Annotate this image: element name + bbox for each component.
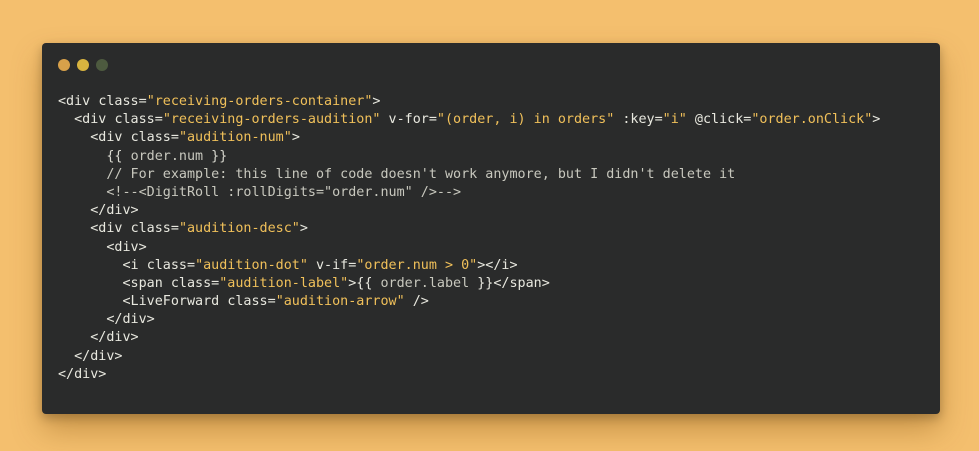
code-token: >: [299, 221, 308, 237]
code-line: {{ order.num }}: [58, 148, 880, 166]
code-block: <div class="receiving-orders-container">…: [58, 93, 880, 384]
code-token: >: [372, 94, 381, 109]
code-line: <LiveForward class="audition-arrow" />: [58, 293, 880, 311]
code-token: </div>: [58, 312, 155, 328]
code-token: order.label: [380, 275, 470, 291]
code-token: "i": [662, 112, 687, 128]
code-token: "audition-label": [219, 275, 349, 291]
code-line: </div>: [58, 366, 880, 384]
code-token: class=: [130, 221, 179, 237]
code-token: class=: [146, 257, 196, 273]
code-token: </div>: [58, 330, 139, 346]
window-controls: [58, 59, 108, 71]
code-token: class=: [114, 112, 163, 128]
code-token: {{: [58, 148, 131, 164]
code-token: class=: [98, 94, 147, 109]
code-token: <!--<DigitRoll :rollDigits="order.num" /…: [58, 184, 462, 200]
code-token: :key=: [614, 112, 663, 128]
code-line: <span class="audition-label">{{ order.la…: [58, 275, 880, 293]
code-token: <LiveForward: [58, 294, 228, 310]
code-token: >: [872, 112, 881, 128]
code-line: <div class="audition-num">: [58, 129, 880, 147]
code-token: <div: [58, 112, 115, 128]
code-token: @click=: [686, 112, 752, 128]
code-token: order.num: [130, 148, 204, 164]
code-token: ></i>: [477, 257, 518, 273]
code-line: </div>: [58, 329, 880, 347]
code-line: <i class="audition-dot" v-if="order.num …: [58, 257, 880, 275]
maximize-dot-icon[interactable]: [96, 59, 108, 71]
close-dot-icon[interactable]: [58, 59, 70, 71]
code-token: <div: [58, 130, 131, 146]
code-line: // For example: this line of code doesn'…: [58, 166, 880, 184]
code-token: "receiving-orders-audition": [162, 112, 381, 128]
code-token: "audition-num": [178, 130, 292, 146]
code-token: class=: [227, 294, 276, 310]
code-line: <!--<DigitRoll :rollDigits="order.num" /…: [58, 184, 880, 202]
code-token: <div: [58, 94, 99, 109]
code-token: "audition-dot": [195, 257, 308, 273]
code-token: <span: [58, 275, 171, 291]
code-token: }}: [203, 148, 228, 164]
code-line: <div class="audition-desc">: [58, 220, 880, 238]
code-token: v-if=: [307, 257, 357, 273]
code-line: </div>: [58, 311, 880, 329]
code-token: class=: [130, 130, 179, 146]
code-token: <i: [58, 257, 147, 273]
code-line: <div class="receiving-orders-audition" v…: [58, 111, 880, 129]
code-token: >{{: [348, 275, 381, 291]
code-line: </div>: [58, 202, 880, 220]
code-token: }}</span>: [469, 275, 550, 291]
code-token: "receiving-orders-container": [146, 94, 373, 109]
code-token: v-for=: [380, 112, 437, 128]
code-token: "(order, i) in orders": [436, 112, 615, 128]
code-token: "audition-arrow": [275, 294, 405, 310]
code-token: </div>: [58, 366, 107, 382]
code-token: </div>: [58, 203, 139, 219]
code-token: "audition-desc": [178, 221, 300, 237]
code-token: >: [291, 130, 300, 146]
code-token: </div>: [58, 348, 123, 364]
code-token: // For example: this line of code doesn'…: [58, 166, 736, 182]
code-token: <div: [58, 221, 131, 237]
code-line: </div>: [58, 348, 880, 366]
code-token: class=: [170, 275, 220, 291]
code-token: />: [404, 294, 429, 310]
code-window: <div class="receiving-orders-container">…: [42, 43, 940, 414]
minimize-dot-icon[interactable]: [77, 59, 89, 71]
code-line: <div class="receiving-orders-container">: [58, 93, 880, 111]
code-token: "order.num > 0": [356, 257, 478, 273]
code-line: <div>: [58, 239, 880, 257]
code-token: "order.onClick": [751, 112, 873, 128]
code-token: <div>: [58, 239, 147, 255]
